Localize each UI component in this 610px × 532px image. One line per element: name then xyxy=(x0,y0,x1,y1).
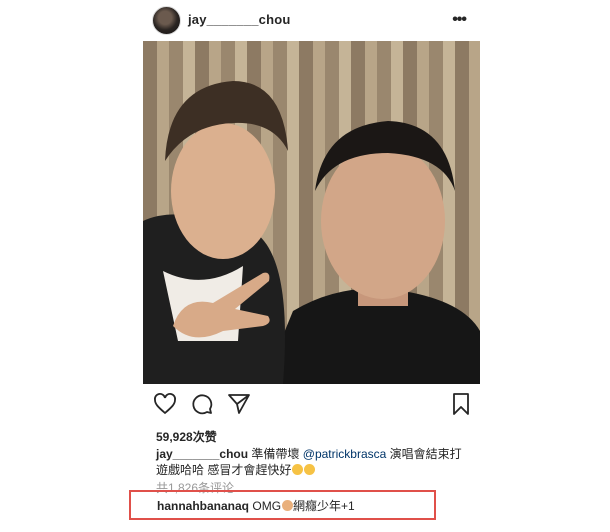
caption-username[interactable]: jay_______chou xyxy=(156,447,248,461)
post-header: jay_______chou ••• xyxy=(143,4,480,35)
paper-plane-icon[interactable] xyxy=(227,392,251,421)
comment-bubble-icon[interactable] xyxy=(190,392,214,421)
heart-icon[interactable] xyxy=(153,392,177,421)
post-username[interactable]: jay_______chou xyxy=(188,12,291,27)
grinning-emoji-icon xyxy=(304,464,316,475)
photo-illustration xyxy=(143,81,480,384)
post-photo[interactable] xyxy=(143,41,480,384)
caption-mention[interactable]: @patrickbrasca xyxy=(303,447,387,461)
avatar[interactable] xyxy=(152,6,181,35)
post-actions xyxy=(143,392,480,422)
likes-count[interactable]: 59,928次赞 xyxy=(156,428,217,445)
bookmark-icon[interactable] xyxy=(451,392,471,421)
caption-text-before: 準備帶壞 xyxy=(251,447,300,461)
grinning-emoji-icon xyxy=(292,464,304,475)
more-options-icon[interactable]: ••• xyxy=(452,11,467,29)
instagram-post: jay_______chou ••• 59,928次赞 jay_______ch… xyxy=(143,0,480,532)
comment-highlight-box xyxy=(129,490,436,520)
post-caption: jay_______chou 準備帶壞 @patrickbrasca 演唱會結束… xyxy=(156,446,466,478)
